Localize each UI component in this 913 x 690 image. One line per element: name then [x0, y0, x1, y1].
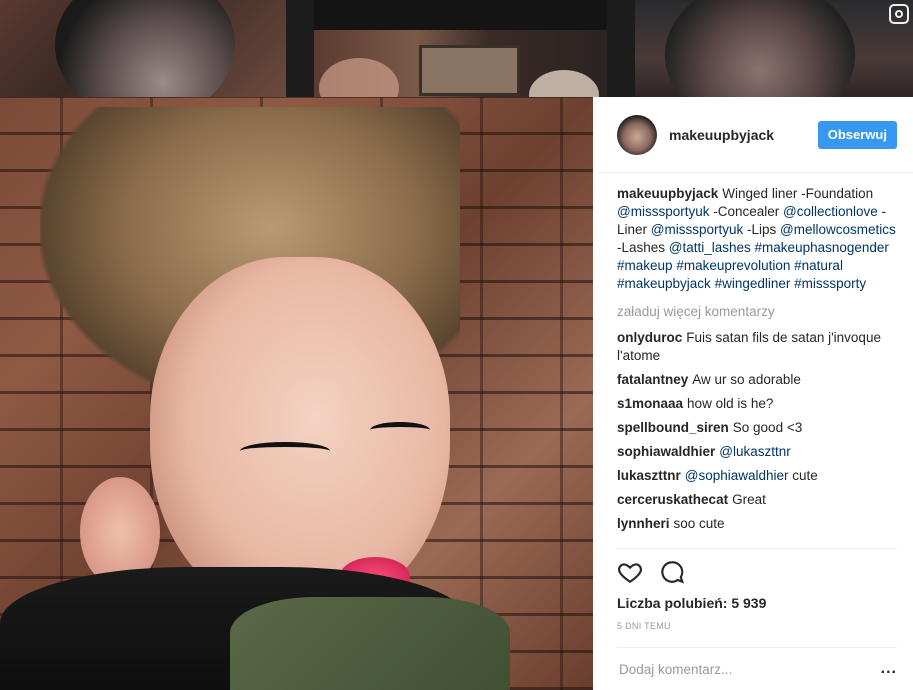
post-photo[interactable]	[0, 97, 593, 690]
likes-count[interactable]: Liczba polubień: 5 939	[593, 587, 913, 611]
comment-row: cerceruskathecat Great	[617, 491, 897, 509]
comment-username[interactable]: fatalantney	[617, 372, 688, 387]
heart-icon[interactable]	[617, 559, 643, 585]
comment-row: s1monaaa how old is he?	[617, 395, 897, 413]
mention-link[interactable]: #makeuphasnogender	[755, 240, 889, 255]
action-bar	[617, 548, 897, 587]
comment-username[interactable]: onlyduroc	[617, 330, 682, 345]
caption-username[interactable]: makeuupbyjack	[617, 186, 718, 201]
comment-text: cute	[788, 468, 818, 483]
comment-text: -Concealer	[709, 204, 784, 219]
comment-row: spellbound_siren So good <3	[617, 419, 897, 437]
comment-text: Great	[732, 492, 766, 507]
thumbnail-photo	[419, 45, 520, 96]
comment-row: lynnheri soo cute	[617, 515, 897, 533]
comments-section: makeuupbyjack Winged liner -Foundation @m…	[593, 173, 913, 548]
photo-eye	[240, 442, 330, 460]
mention-link[interactable]: @misssportyuk	[617, 204, 709, 219]
mention-link[interactable]: #makeupbyjack	[617, 276, 711, 291]
caption-text: Winged liner -Foundation @misssportyuk -…	[617, 186, 896, 291]
comment-list: onlyduroc Fuis satan fils de satan j'invo…	[617, 329, 897, 533]
comment-username[interactable]: spellbound_siren	[617, 420, 729, 435]
mention-link[interactable]: #natural	[794, 258, 843, 273]
speech-bubble-icon[interactable]	[659, 559, 685, 585]
thumbnail-photo	[55, 0, 235, 97]
caption: makeuupbyjack Winged liner -Foundation @m…	[617, 185, 897, 293]
grid-thumbnail-1[interactable]	[0, 0, 286, 97]
comment-row: fatalantney Aw ur so adorable	[617, 371, 897, 389]
comment-row: onlyduroc Fuis satan fils de satan j'invo…	[617, 329, 897, 365]
comment-username[interactable]: cerceruskathecat	[617, 492, 728, 507]
comment-username[interactable]: lukaszttnr	[617, 468, 681, 483]
mention-link[interactable]: @misssportyuk	[651, 222, 743, 237]
comment-username[interactable]: sophiawaldhier	[617, 444, 715, 459]
avatar[interactable]	[617, 114, 657, 155]
comment-text: Winged liner -Foundation	[722, 186, 874, 201]
comment-row: lukaszttnr @sophiawaldhier cute	[617, 467, 897, 485]
comment-row: sophiawaldhier @lukaszttnr	[617, 443, 897, 461]
grid-thumbnail-2[interactable]	[314, 0, 607, 97]
post-header: makeuupbyjack Obserwuj	[593, 97, 913, 173]
photo-eye	[370, 422, 430, 438]
mention-link[interactable]: @tatti_lashes	[669, 240, 751, 255]
more-options-button[interactable]: ...	[881, 660, 897, 678]
post-timestamp: 5 dni temu	[617, 621, 671, 631]
mention-link[interactable]: #wingedliner	[715, 276, 791, 291]
follow-button[interactable]: Obserwuj	[817, 120, 897, 149]
comment-text: -Lips	[743, 222, 781, 237]
post-sidebar: makeuupbyjack Obserwuj makeuupbyjack Wing…	[593, 97, 913, 690]
thumbnail-photo	[665, 0, 855, 97]
mention-link[interactable]: @lukaszttnr	[719, 444, 790, 459]
camera-icon	[889, 4, 909, 24]
mention-link[interactable]: @collectionlove	[783, 204, 878, 219]
mention-link[interactable]: #makeup	[617, 258, 673, 273]
post-modal: makeuupbyjack Obserwuj makeuupbyjack Wing…	[0, 97, 913, 690]
comment-input[interactable]	[617, 660, 881, 678]
grid-thumbnail-3[interactable]	[635, 0, 913, 97]
mention-link[interactable]: #makeuprevolution	[676, 258, 790, 273]
comment-text: soo cute	[673, 516, 725, 531]
header-username[interactable]: makeuupbyjack	[669, 127, 818, 143]
comment-text: how old is he?	[687, 396, 774, 411]
comment-username[interactable]: lynnheri	[617, 516, 670, 531]
comment-username[interactable]: s1monaaa	[617, 396, 683, 411]
comment-text: -Lashes	[617, 240, 669, 255]
mention-link[interactable]: @sophiawaldhier	[685, 468, 789, 483]
mention-link[interactable]: #misssporty	[794, 276, 866, 291]
add-comment-bar: ...	[617, 647, 897, 690]
photo-jacket	[230, 597, 510, 690]
mention-link[interactable]: @mellowcosmetics	[780, 222, 896, 237]
comment-text: Aw ur so adorable	[692, 372, 801, 387]
comment-text: So good <3	[732, 420, 803, 435]
load-more-comments-link[interactable]: załaduj więcej komentarzy	[617, 303, 897, 321]
